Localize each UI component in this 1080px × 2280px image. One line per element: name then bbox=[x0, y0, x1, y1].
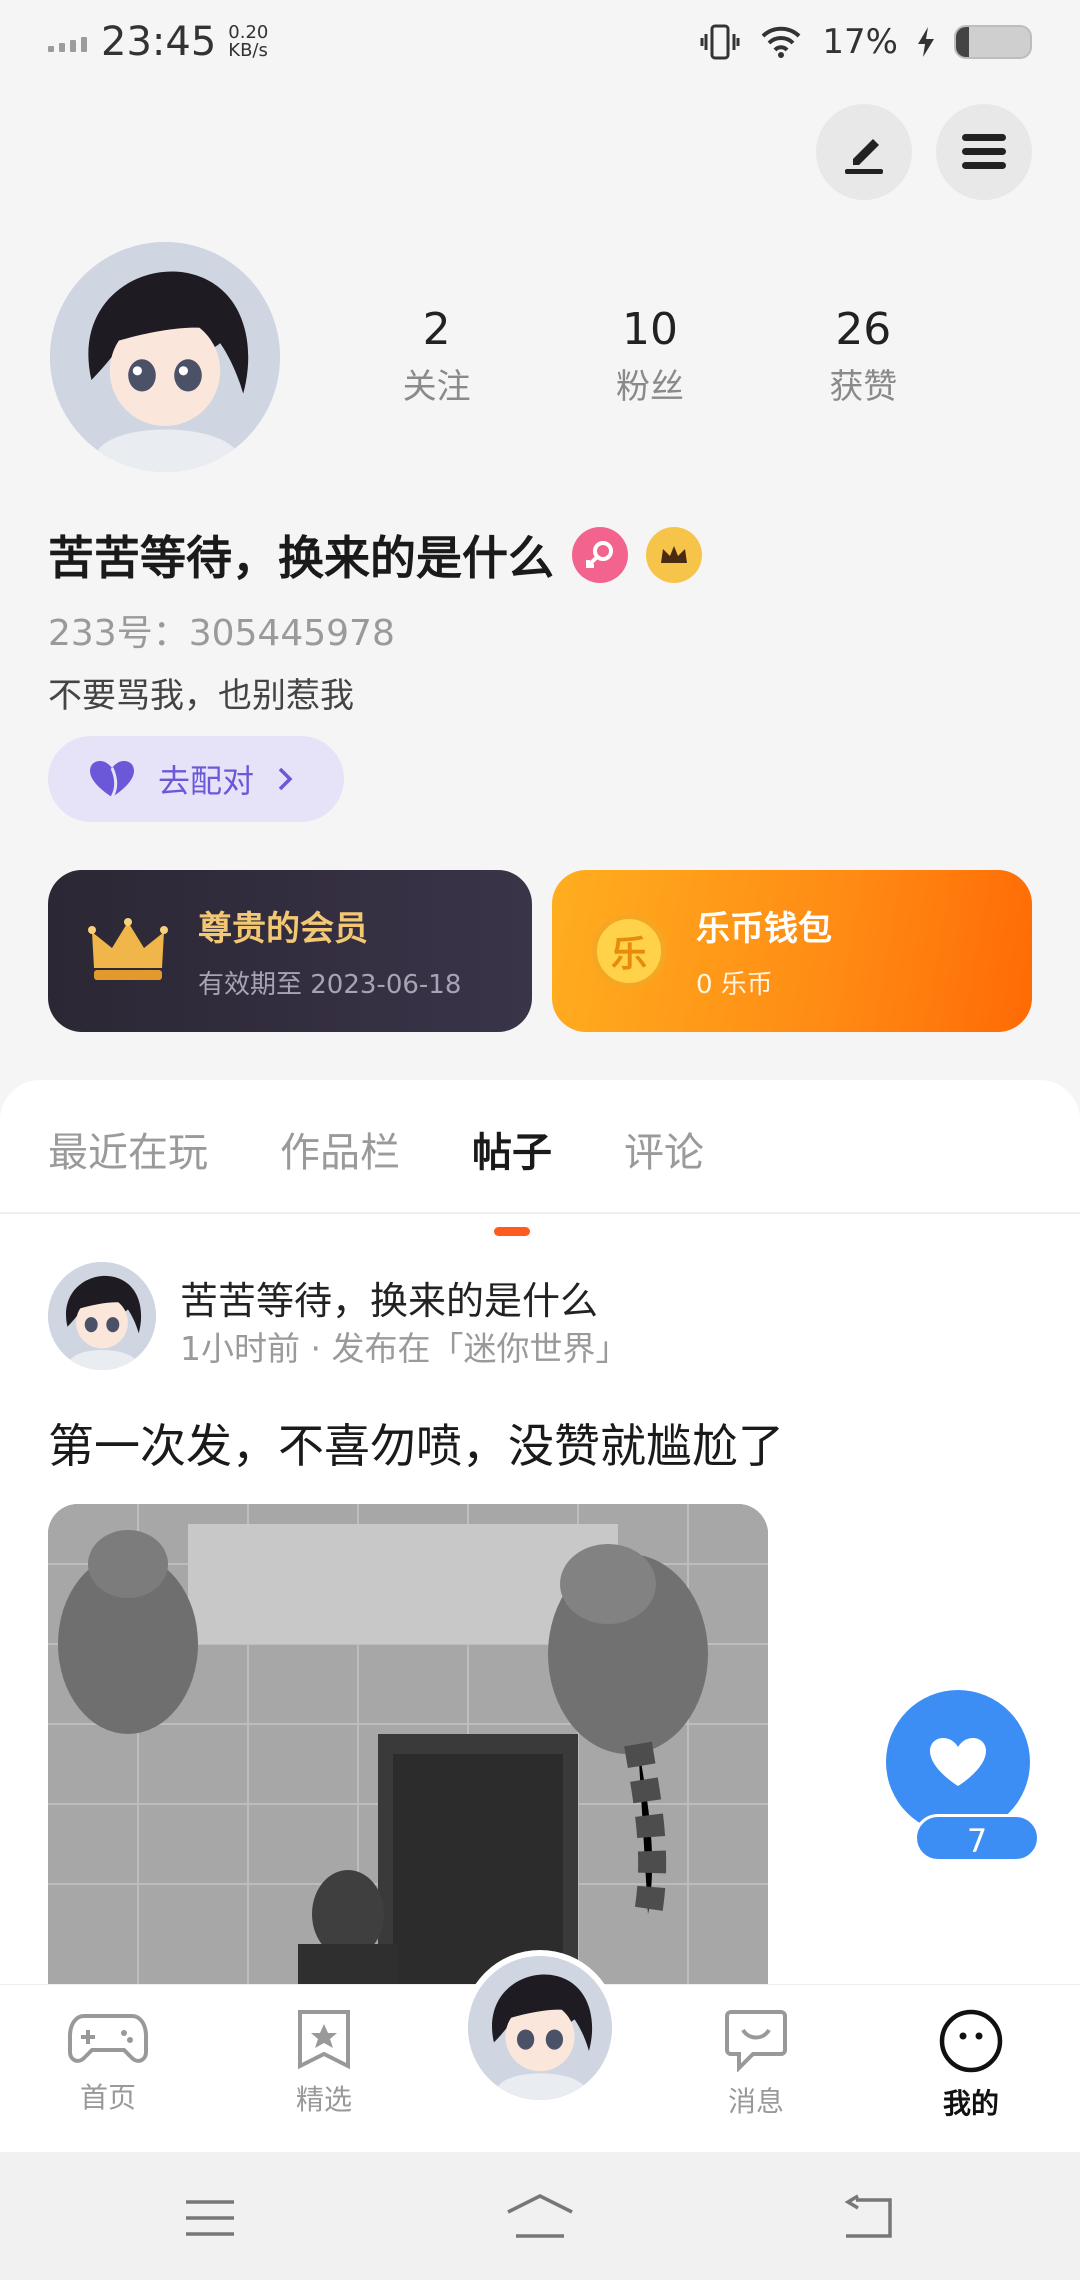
status-bar: 23:45 0.20 KB/s 17% bbox=[0, 0, 1080, 84]
wallet-title: 乐币钱包 bbox=[696, 909, 832, 949]
stat-label: 获赞 bbox=[829, 367, 898, 407]
username: 苦苦等待，换来的是什么 bbox=[48, 531, 554, 585]
like-count: 7 bbox=[914, 1814, 1040, 1862]
coin-icon: 乐 bbox=[592, 914, 666, 988]
battery-percent: 17% bbox=[822, 22, 898, 62]
tabs-divider bbox=[0, 1212, 1080, 1214]
stat-value: 10 bbox=[621, 304, 678, 355]
pair-button-label: 去配对 bbox=[158, 762, 255, 800]
edit-profile-button[interactable] bbox=[816, 104, 912, 200]
crown-badge-icon[interactable] bbox=[646, 527, 702, 583]
nav-home-label: 首页 bbox=[79, 2081, 136, 2114]
stat-value: 2 bbox=[422, 304, 451, 355]
post-meta: 1小时前 · 发布在「迷你世界」 bbox=[180, 1329, 629, 1368]
nav-center-avatar[interactable] bbox=[462, 1950, 618, 2106]
stat-label: 关注 bbox=[402, 367, 471, 407]
wallet-card[interactable]: 乐 乐币钱包 0 乐币 bbox=[552, 870, 1032, 1032]
edit-icon bbox=[845, 139, 883, 174]
profile-avatar[interactable] bbox=[50, 242, 280, 472]
stat-following[interactable]: 2 关注 bbox=[330, 304, 543, 408]
nav-featured-label: 精选 bbox=[295, 2083, 352, 2116]
message-face-icon bbox=[725, 2010, 787, 2073]
user-id: 233号：305445978 bbox=[48, 613, 395, 654]
profile-tabs: 最近在玩 作品栏 帖子 评论 bbox=[48, 1120, 704, 1236]
username-row: 苦苦等待，换来的是什么 bbox=[48, 522, 702, 588]
network-speed: 0.20 KB/s bbox=[228, 24, 268, 60]
user-bio: 不要骂我，也别惹我 bbox=[48, 676, 354, 716]
post-author-name[interactable]: 苦苦等待，换来的是什么 bbox=[180, 1270, 598, 1325]
tab-posts[interactable]: 帖子 bbox=[472, 1120, 552, 1236]
signal-icon bbox=[48, 32, 87, 52]
vip-expiry: 有效期至 2023-06-18 bbox=[198, 970, 462, 1000]
recent-apps-icon[interactable] bbox=[184, 2198, 236, 2238]
stat-likes[interactable]: 26 获赞 bbox=[757, 304, 970, 408]
status-time: 23:45 bbox=[101, 19, 217, 65]
home-icon[interactable] bbox=[504, 2192, 576, 2240]
crown-icon bbox=[88, 918, 168, 980]
anime-avatar-image bbox=[48, 1262, 156, 1370]
stat-value: 26 bbox=[835, 304, 892, 355]
post-author-avatar[interactable] bbox=[48, 1262, 156, 1370]
post-image[interactable] bbox=[48, 1504, 768, 1984]
anime-avatar-image bbox=[50, 242, 280, 472]
pair-button[interactable]: 去配对 bbox=[48, 736, 344, 822]
nav-messages[interactable]: 消息 bbox=[686, 2008, 826, 2120]
gamepad-icon bbox=[68, 2014, 148, 2063]
vip-card[interactable]: 尊贵的会员 有效期至 2023-06-18 bbox=[48, 870, 532, 1032]
post-photo bbox=[48, 1504, 768, 1984]
nav-featured[interactable]: 精选 bbox=[254, 2008, 394, 2118]
wallet-balance: 0 乐币 bbox=[696, 970, 773, 1000]
charging-icon bbox=[918, 27, 934, 57]
profile-stats: 2 关注 10 粉丝 26 获赞 bbox=[330, 304, 970, 408]
menu-icon bbox=[962, 134, 1006, 169]
wifi-icon bbox=[762, 26, 801, 58]
vip-title: 尊贵的会员 bbox=[198, 909, 368, 949]
smiley-face-icon bbox=[939, 2009, 1003, 2073]
like-button[interactable] bbox=[886, 1690, 1030, 1834]
back-icon[interactable] bbox=[842, 2194, 894, 2240]
chevron-right-icon bbox=[278, 767, 293, 791]
stat-followers[interactable]: 10 粉丝 bbox=[543, 304, 756, 408]
nav-mine[interactable]: 我的 bbox=[901, 2008, 1041, 2122]
female-gender-icon bbox=[572, 527, 628, 583]
nav-home[interactable]: 首页 bbox=[38, 2008, 178, 2116]
heart-icon bbox=[90, 761, 134, 798]
vibrate-icon bbox=[700, 24, 740, 60]
tab-comments[interactable]: 评论 bbox=[624, 1120, 704, 1178]
tab-recent-games[interactable]: 最近在玩 bbox=[48, 1120, 208, 1178]
coin-icon-text: 乐 bbox=[610, 934, 647, 975]
nav-mine-label: 我的 bbox=[942, 2087, 999, 2120]
menu-button[interactable] bbox=[936, 104, 1032, 200]
star-bookmark-icon bbox=[298, 2010, 350, 2070]
anime-avatar-image bbox=[468, 1956, 612, 2100]
heart-icon bbox=[930, 1738, 986, 1786]
system-nav-bar bbox=[0, 2152, 1080, 2280]
battery-icon bbox=[954, 25, 1032, 59]
nav-messages-label: 消息 bbox=[727, 2085, 784, 2118]
stat-label: 粉丝 bbox=[615, 367, 684, 407]
tab-works[interactable]: 作品栏 bbox=[280, 1120, 400, 1178]
post-text[interactable]: 第一次发，不喜勿喷，没赞就尴尬了 bbox=[48, 1410, 784, 1476]
network-speed-unit: KB/s bbox=[228, 40, 268, 61]
